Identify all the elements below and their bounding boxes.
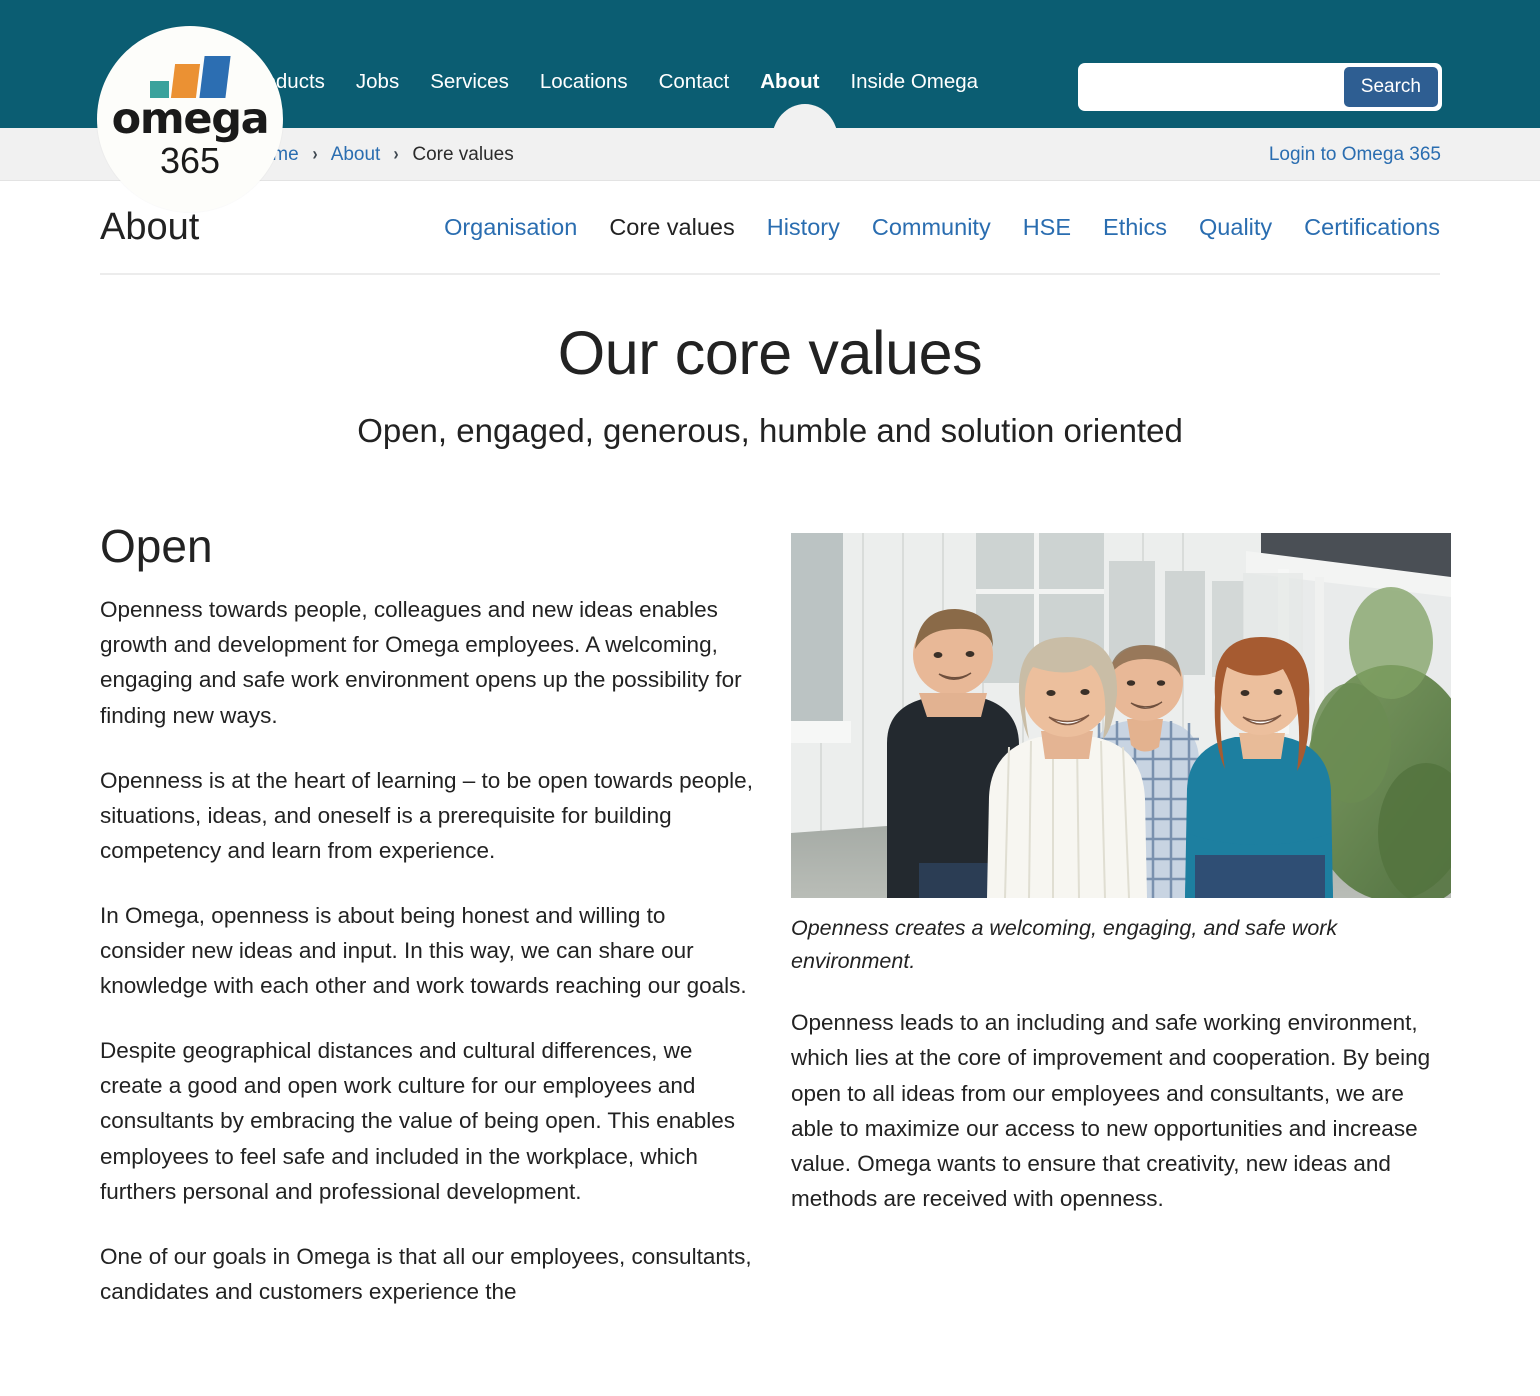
logo-bars-icon bbox=[149, 56, 231, 98]
paragraph: One of our goals in Omega is that all ou… bbox=[100, 1243, 752, 1304]
team-photo bbox=[791, 533, 1451, 898]
active-tab-pointer-icon bbox=[769, 104, 841, 130]
paragraph: In Omega, openness is about being honest… bbox=[100, 902, 747, 999]
nav-item-about-label: About bbox=[760, 70, 820, 93]
chevron-right-icon: › bbox=[312, 144, 318, 164]
logo-wordmark: omega bbox=[111, 94, 270, 144]
section-nav: Organisation Core values History Communi… bbox=[444, 214, 1440, 241]
value-heading-open: Open bbox=[100, 520, 213, 572]
hero-subtitle: Open, engaged, generous, humble and solu… bbox=[357, 412, 1183, 449]
paragraph: Despite geographical distances and cultu… bbox=[100, 1038, 735, 1204]
hero-section: Our core values Open, engaged, generous,… bbox=[0, 275, 1540, 450]
nav-item-locations[interactable]: Locations bbox=[540, 71, 659, 93]
paragraph: Openness towards people, colleagues and … bbox=[100, 597, 742, 728]
nav-item-about[interactable]: About bbox=[760, 70, 850, 93]
nav-item-jobs[interactable]: Jobs bbox=[356, 71, 430, 93]
login-link[interactable]: Login to Omega 365 bbox=[1269, 128, 1441, 181]
subnav-item-history[interactable]: History bbox=[767, 214, 840, 241]
breadcrumb-item-current: Core values bbox=[412, 143, 514, 165]
subnav-item-quality[interactable]: Quality bbox=[1199, 214, 1272, 241]
subnav-item-organisation[interactable]: Organisation bbox=[444, 214, 577, 241]
site-header: Products Jobs Services Locations Contact… bbox=[0, 0, 1540, 212]
subnav-item-certifications[interactable]: Certifications bbox=[1304, 214, 1440, 241]
nav-item-services[interactable]: Services bbox=[430, 71, 540, 93]
search-box: Search bbox=[1078, 63, 1442, 111]
breadcrumb-item-about[interactable]: About bbox=[331, 144, 381, 166]
nav-item-contact[interactable]: Contact bbox=[659, 71, 761, 93]
chevron-right-icon: › bbox=[393, 144, 399, 164]
subnav-item-hse[interactable]: HSE bbox=[1023, 214, 1071, 241]
page-title: About bbox=[100, 205, 200, 248]
subnav-item-community[interactable]: Community bbox=[872, 214, 991, 241]
paragraph: Openness leads to an including and safe … bbox=[791, 1010, 1431, 1211]
content-columns: Open Openness towards people, colleagues… bbox=[0, 522, 1540, 1339]
omega-365-logo[interactable]: omega 365 bbox=[97, 26, 283, 212]
search-button[interactable]: Search bbox=[1343, 67, 1438, 107]
content-left-column: Open Openness towards people, colleagues… bbox=[100, 522, 755, 1339]
subnav-item-core-values[interactable]: Core values bbox=[609, 214, 734, 241]
hero-title: Our core values bbox=[557, 319, 983, 387]
photo-caption: Openness creates a welcoming, engaging, … bbox=[791, 916, 1338, 973]
breadcrumb: Home › About › Core values bbox=[248, 128, 514, 181]
content-right-column: Openness creates a welcoming, engaging, … bbox=[791, 522, 1451, 1339]
subnav-item-ethics[interactable]: Ethics bbox=[1103, 214, 1167, 241]
main-navigation: Products Jobs Services Locations Contact… bbox=[244, 0, 1009, 128]
paragraph: Openness is at the heart of learning – t… bbox=[100, 767, 753, 863]
nav-item-inside-omega[interactable]: Inside Omega bbox=[850, 71, 1009, 93]
search-input[interactable] bbox=[1082, 68, 1344, 106]
logo-subtext: 365 bbox=[159, 139, 221, 181]
